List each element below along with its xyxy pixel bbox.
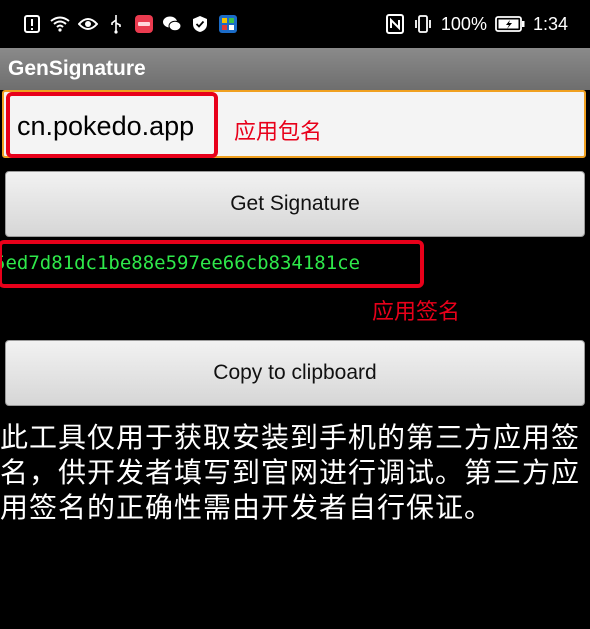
package-annotation: 应用包名 <box>234 120 323 145</box>
get-signature-button[interactable]: Get Signature <box>5 171 585 237</box>
app-title: GenSignature <box>8 57 146 80</box>
battery-percent: 100% <box>440 13 487 34</box>
status-right: 100% 1:34 <box>385 12 568 36</box>
description-text: 此工具仅用于获取安装到手机的第三方应用签名，供开发者填写到官网进行调试。第三方应… <box>0 421 581 524</box>
signature-highlight-box <box>0 240 424 288</box>
eye-icon <box>78 14 98 34</box>
vibrate-icon <box>413 14 433 34</box>
signature-annotation: 应用签名 <box>372 300 461 325</box>
clock: 1:34 <box>532 13 568 34</box>
wifi-icon <box>50 14 70 34</box>
color-app-icon <box>218 14 238 34</box>
status-left-icons <box>22 12 238 36</box>
copy-to-clipboard-button[interactable]: Copy to clipboard <box>5 340 585 406</box>
nfc-icon <box>385 14 405 34</box>
app-badge-icon <box>134 14 154 34</box>
alert-icon <box>22 14 42 34</box>
shield-icon <box>190 14 210 34</box>
battery-icon <box>495 14 525 34</box>
app-title-bar: GenSignature <box>0 48 590 90</box>
package-highlight-box <box>6 92 218 158</box>
status-bar: 100% 1:34 <box>0 0 590 48</box>
usb-icon <box>106 14 126 34</box>
wechat-icon <box>162 14 182 34</box>
